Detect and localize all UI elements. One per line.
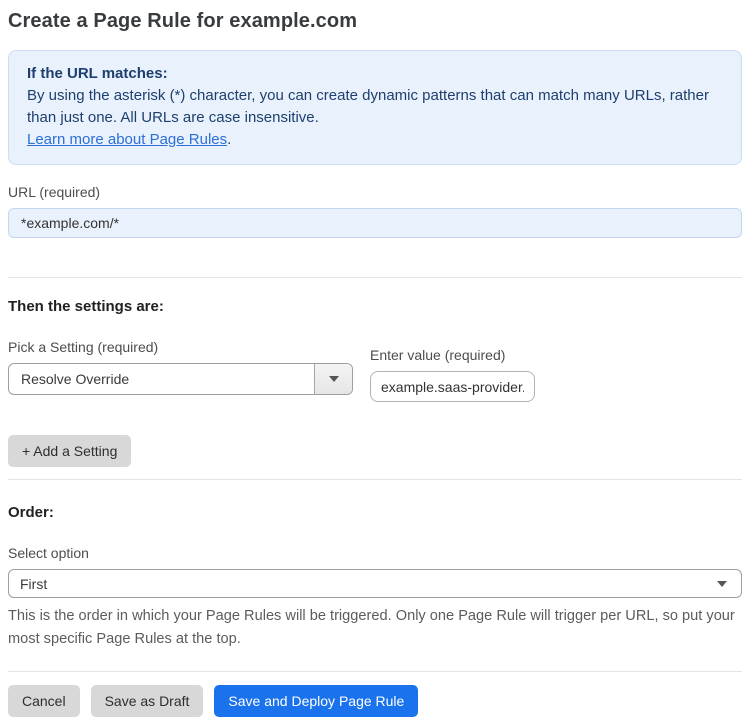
setting-picker-dropdown-button[interactable] <box>314 364 352 394</box>
info-box-link-line: Learn more about Page Rules. <box>27 129 723 151</box>
cancel-button[interactable]: Cancel <box>8 685 80 717</box>
setting-value-label: Enter value (required) <box>370 347 506 363</box>
order-selected-value: First <box>20 575 48 592</box>
setting-picker-selected-value: Resolve Override <box>21 371 130 387</box>
actions-row: Cancel Save as Draft Save and Deploy Pag… <box>8 685 742 717</box>
url-match-info-box: If the URL matches: By using the asteris… <box>8 50 742 165</box>
setting-picker-select[interactable]: Resolve Override <box>8 363 353 395</box>
page-title: Create a Page Rule for example.com <box>8 10 358 32</box>
setting-picker-column: Pick a Setting (required) Resolve Overri… <box>8 339 353 395</box>
setting-value-input[interactable] <box>370 371 535 402</box>
setting-value-column: Enter value (required) <box>370 339 535 402</box>
url-input[interactable] <box>8 208 742 238</box>
order-select[interactable]: First <box>8 569 742 598</box>
info-box-heading: If the URL matches: <box>27 65 168 82</box>
url-field-label: URL (required) <box>8 184 101 200</box>
add-setting-button[interactable]: + Add a Setting <box>8 435 132 467</box>
info-box-body: By using the asterisk (*) character, you… <box>27 87 709 126</box>
divider <box>8 671 742 672</box>
link-period: . <box>227 131 232 148</box>
setting-picker-label: Pick a Setting (required) <box>8 339 159 355</box>
settings-section-heading: Then the settings are: <box>8 298 164 315</box>
settings-row: Pick a Setting (required) Resolve Overri… <box>8 339 742 402</box>
chevron-down-icon <box>717 580 727 587</box>
save-as-draft-button[interactable]: Save as Draft <box>90 685 204 717</box>
divider <box>8 479 742 480</box>
order-help-text: This is the order in which your Page Rul… <box>8 608 735 647</box>
order-select-arrow <box>717 580 741 587</box>
chevron-down-icon <box>328 376 339 382</box>
save-and-deploy-button[interactable]: Save and Deploy Page Rule <box>214 685 419 717</box>
divider <box>8 277 742 278</box>
learn-more-link[interactable]: Learn more about Page Rules <box>27 131 227 148</box>
order-select-label: Select option <box>8 545 89 561</box>
order-section-heading: Order: <box>8 504 54 521</box>
